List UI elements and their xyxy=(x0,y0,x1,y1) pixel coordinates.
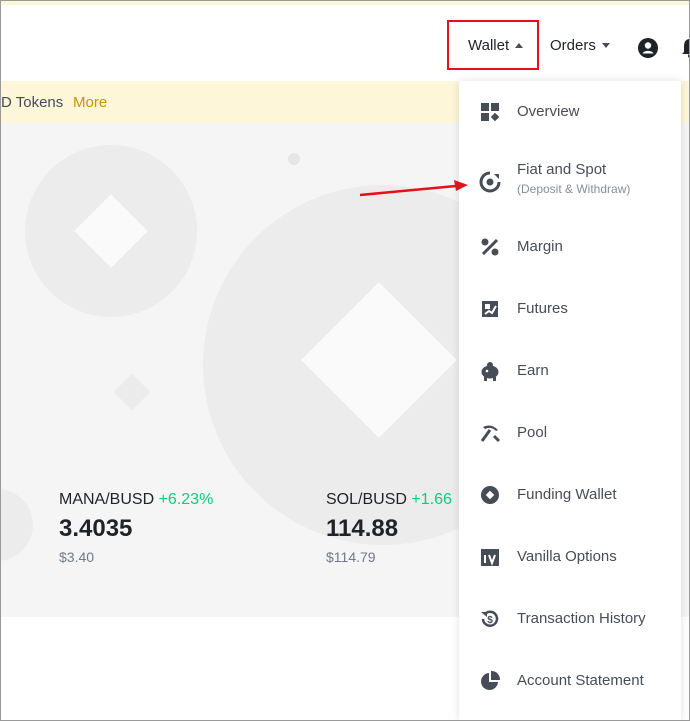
menu-item-sublabel: (Deposit & Withdraw) xyxy=(517,182,631,196)
funding-icon xyxy=(481,486,499,504)
decor-dot xyxy=(288,153,300,165)
ticker-pair-name: SOL/BUSD xyxy=(326,491,407,508)
wallet-highlight-box xyxy=(447,20,539,70)
menu-item-label: Transaction History xyxy=(517,610,646,627)
menu-item-label: Fiat and Spot xyxy=(517,161,607,178)
svg-text:$: $ xyxy=(487,615,493,626)
menu-item-label: Margin xyxy=(517,238,563,255)
ticker-card[interactable]: SOL/BUSD +1.66 114.88 $114.79 xyxy=(326,491,452,565)
annotation-arrow xyxy=(359,180,468,197)
menu-item-futures[interactable]: Futures xyxy=(459,296,681,322)
menu-item-account-statement[interactable]: Account Statement xyxy=(459,668,681,694)
nav-orders[interactable]: Orders xyxy=(550,37,610,54)
menu-item-overview[interactable]: Overview xyxy=(459,99,681,125)
ticker-card[interactable]: MANA/BUSD +6.23% 3.4035 $3.40 xyxy=(59,491,213,565)
history-icon: $ xyxy=(481,610,499,627)
decor-circle-edge xyxy=(1,489,33,561)
ticker-pair: MANA/BUSD +6.23% xyxy=(59,491,213,509)
menu-item-label: Pool xyxy=(517,424,548,441)
top-header: Wallet Orders xyxy=(1,5,690,81)
menu-item-margin[interactable]: Margin xyxy=(459,234,681,260)
menu-item-vanilla-options[interactable]: Vanilla Options xyxy=(459,544,681,570)
ticker-price: 3.4035 xyxy=(59,515,133,542)
menu-item-label: Vanilla Options xyxy=(517,548,617,565)
menu-item-funding-wallet[interactable]: Funding Wallet xyxy=(459,482,681,508)
banner-text: D Tokens xyxy=(1,94,64,111)
grid-icon xyxy=(481,103,500,122)
options-icon xyxy=(481,549,499,566)
pickaxe-icon xyxy=(480,425,501,443)
menu-item-fiat-and-spot[interactable]: Fiat and Spot (Deposit & Withdraw) xyxy=(459,159,681,203)
menu-item-earn[interactable]: Earn xyxy=(459,358,681,384)
menu-item-pool[interactable]: Pool xyxy=(459,420,681,446)
decor-diamond-tiny xyxy=(113,373,151,411)
percent-icon xyxy=(481,238,499,256)
menu-item-label: Earn xyxy=(517,362,549,379)
ticker-change: +6.23% xyxy=(158,491,214,508)
menu-item-transaction-history[interactable]: $ Transaction History xyxy=(459,606,681,632)
fiat-spot-icon xyxy=(479,171,501,193)
menu-item-label: Futures xyxy=(517,300,568,317)
screenshot-frame: Wallet Orders D Tokens More MANA/BUSD +6… xyxy=(0,0,690,721)
ticker-usd-price: $114.79 xyxy=(326,549,376,565)
menu-item-label: Account Statement xyxy=(517,672,644,689)
caret-down-icon xyxy=(601,43,610,48)
banner-more-link[interactable]: More xyxy=(73,94,107,111)
nav-orders-label: Orders xyxy=(550,37,596,54)
ticker-price: 114.88 xyxy=(326,515,399,542)
ticker-pair-name: MANA/BUSD xyxy=(59,491,155,508)
ticker-pair: SOL/BUSD +1.66 xyxy=(326,491,452,509)
menu-item-label: Overview xyxy=(517,103,580,120)
ticker-usd-price: $3.40 xyxy=(59,549,95,565)
user-icon[interactable] xyxy=(638,38,658,58)
bell-icon[interactable] xyxy=(681,38,690,58)
ticker-change: +1.66 xyxy=(411,491,452,508)
piggy-bank-icon xyxy=(481,362,499,381)
wallet-dropdown-menu: Overview Fiat and Spot (Deposit & Withdr… xyxy=(459,81,681,720)
pie-chart-icon xyxy=(481,670,501,690)
futures-icon xyxy=(482,301,498,317)
menu-item-label: Funding Wallet xyxy=(517,486,617,503)
